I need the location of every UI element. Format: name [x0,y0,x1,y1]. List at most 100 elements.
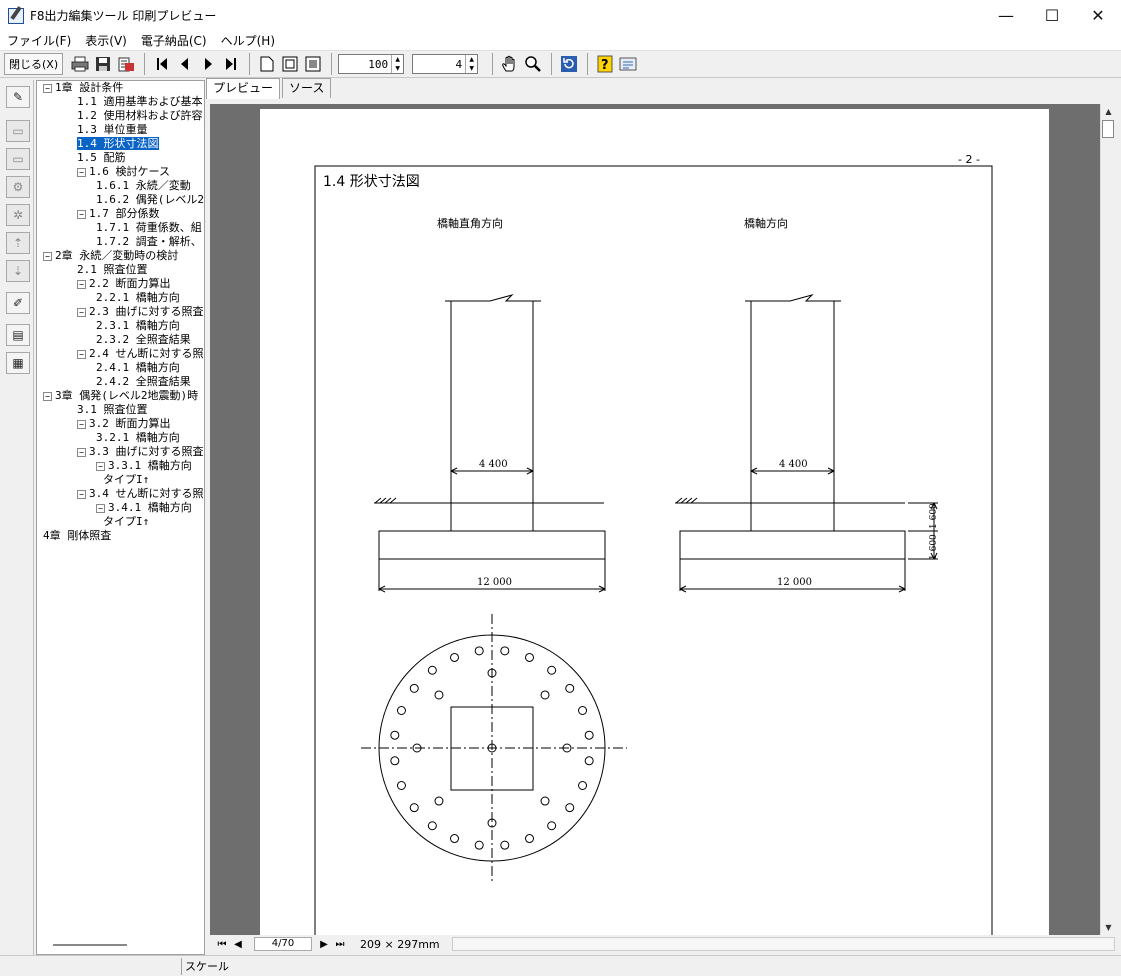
menu-electronic-delivery[interactable]: 電子納品(C) [134,32,214,49]
preview-hscroll[interactable] [451,937,1115,951]
tree-item[interactable]: −3.3.1 橋軸方向 [96,459,192,473]
tree-item[interactable]: −2.2 断面力算出 [77,277,171,291]
tree-item[interactable]: タイプI↑ [103,473,149,487]
tree-expander-icon[interactable]: − [77,279,86,289]
menu-view[interactable]: 表示(V) [78,32,134,49]
tree-item[interactable]: 1.4 形状寸法図 [77,137,159,151]
export-icon[interactable] [115,53,137,75]
tree-expander-icon[interactable]: − [96,461,105,471]
prev-page-icon[interactable] [174,53,196,75]
close-preview-button[interactable]: 閉じる(X) [4,53,64,75]
tree-item[interactable]: 1.2 使用材料および許容 [77,109,203,123]
vscroll-thumb[interactable] [1102,120,1114,138]
page-indicator[interactable]: 4/70 [254,937,312,951]
tree-expander-icon[interactable]: − [43,251,52,261]
tree-item[interactable]: 1.1 適用基準および基本 [77,95,203,109]
nav-next-icon[interactable]: ▶ [318,937,330,951]
page-fit-icon[interactable] [302,53,324,75]
tab-preview[interactable]: プレビュー [206,78,281,99]
move-down-icon[interactable]: ⇣ [6,260,30,282]
preview-vscroll[interactable]: ▲ ▼ [1100,104,1115,935]
tree-item[interactable]: 2.4.1 橋軸方向 [96,361,180,375]
tree-expander-icon[interactable]: − [77,209,86,219]
info-icon[interactable] [617,53,639,75]
tree-item[interactable]: 2.3.2 全照査結果 [96,333,191,347]
tools-icon[interactable]: ✲ [6,204,30,226]
tree-item[interactable]: −3章 偶発(レベル2地震動)時 [43,389,198,403]
tree-item[interactable]: タイプI↑ [103,515,149,529]
tree-item[interactable]: −1.6 検討ケース [77,165,170,179]
zoom-stepper[interactable]: ▲▼ [338,54,405,74]
menu-help[interactable]: ヘルプ(H) [214,32,282,49]
tree-expander-icon[interactable]: − [77,447,86,457]
first-page-icon[interactable] [151,53,173,75]
tree-expand-icon[interactable]: ▤ [6,324,30,346]
tree-item[interactable]: 1.3 単位重量 [77,123,148,137]
scroll-up-icon[interactable]: ▲ [1101,104,1116,119]
tree-item[interactable]: 2.3.1 橋軸方向 [96,319,180,333]
tree-item[interactable]: 1.7.1 荷重係数、組 [96,221,202,235]
tree-item-label: 1.6.1 永続／変動 [96,179,191,192]
tree-expander-icon[interactable]: − [77,307,86,317]
chapter-tree[interactable]: −1章 設計条件 1.1 適用基準および基本 1.2 使用材料および許容 1.3 単位… [36,80,205,955]
tree-item[interactable]: 3.1 照査位置 [77,403,148,417]
tree-expander-icon[interactable]: − [77,419,86,429]
tab-source[interactable]: ソース [282,78,332,98]
tree-item[interactable]: 1.7.2 調査・解析、 [96,235,202,249]
scroll-down-icon[interactable]: ▼ [1101,920,1116,935]
next-page-icon[interactable] [197,53,219,75]
two-page-icon[interactable] [279,53,301,75]
tree-expander-icon[interactable]: − [43,83,52,93]
format-icon[interactable]: ✐ [6,292,30,314]
preview-area[interactable]: - 2 - 1.4 形状寸法図 橋軸直角方向 橋軸方向 4 400 4 400 … [210,104,1100,935]
save-icon[interactable] [92,53,114,75]
single-page-icon[interactable] [256,53,278,75]
tree-item[interactable]: −2.4 せん断に対する照査 [77,347,204,361]
tree-item[interactable]: 1.6.1 永続／変動 [96,179,191,193]
delete-line-icon[interactable]: ▭ [6,148,30,170]
settings-icon[interactable]: ⚙ [6,176,30,198]
tree-item[interactable]: −3.4 せん断に対する照査 [77,487,204,501]
tree-expander-icon[interactable]: − [77,167,86,177]
maximize-button[interactable]: ☐ [1029,0,1075,31]
zoom-input[interactable] [339,55,392,73]
tree-expander-icon[interactable]: − [77,489,86,499]
tree-collapse-icon[interactable]: ▦ [6,352,30,374]
menu-file[interactable]: ファイル(F) [0,32,78,49]
close-window-button[interactable]: ✕ [1075,0,1121,31]
tree-item[interactable]: −1章 設計条件 [43,81,123,95]
insert-line-icon[interactable]: ▭ [6,120,30,142]
tree-item[interactable]: 4章 剛体照査 [43,529,111,543]
tree-item[interactable]: 1.5 配筋 [77,151,126,165]
tree-expander-icon[interactable]: − [96,503,105,513]
nav-last-icon[interactable]: ⏭ [334,937,346,951]
tree-item[interactable]: −3.3 曲げに対する照査 [77,445,204,459]
nav-first-icon[interactable]: ⏮ [216,937,228,951]
tree-item[interactable]: −1.7 部分係数 [77,207,160,221]
tree-item[interactable]: −2.3 曲げに対する照査 [77,305,204,319]
tree-item[interactable]: 2.1 照査位置 [77,263,148,277]
tree-item[interactable]: 3.2.1 橋軸方向 [96,431,180,445]
refresh-icon[interactable] [558,53,580,75]
tree-expander-icon[interactable]: − [77,349,86,359]
tree-item[interactable]: −3.2 断面力算出 [77,417,171,431]
hand-icon[interactable] [499,53,521,75]
page-stepper[interactable]: ▲▼ [412,54,479,74]
minimize-button[interactable]: — [983,0,1029,31]
last-page-icon[interactable] [220,53,242,75]
print-icon[interactable] [69,53,91,75]
magnifier-icon[interactable] [522,53,544,75]
page-input[interactable] [413,55,466,73]
help-icon[interactable]: ? [594,53,616,75]
tree-hscroll-thumb[interactable] [53,944,127,946]
nav-prev-icon[interactable]: ◀ [232,937,244,951]
tree-item-label: 2章 永続／変動時の検討 [55,249,179,262]
tree-item[interactable]: 2.4.2 全照査結果 [96,375,191,389]
tree-item[interactable]: 2.2.1 橋軸方向 [96,291,180,305]
edit-pen-icon[interactable]: ✎ [6,86,30,108]
tree-item[interactable]: −2章 永続／変動時の検討 [43,249,178,263]
move-up-icon[interactable]: ⇡ [6,232,30,254]
tree-expander-icon[interactable]: − [43,391,52,401]
tree-item[interactable]: 1.6.2 偶発(レベル2 [96,193,204,207]
tree-item[interactable]: −3.4.1 橋軸方向 [96,501,192,515]
